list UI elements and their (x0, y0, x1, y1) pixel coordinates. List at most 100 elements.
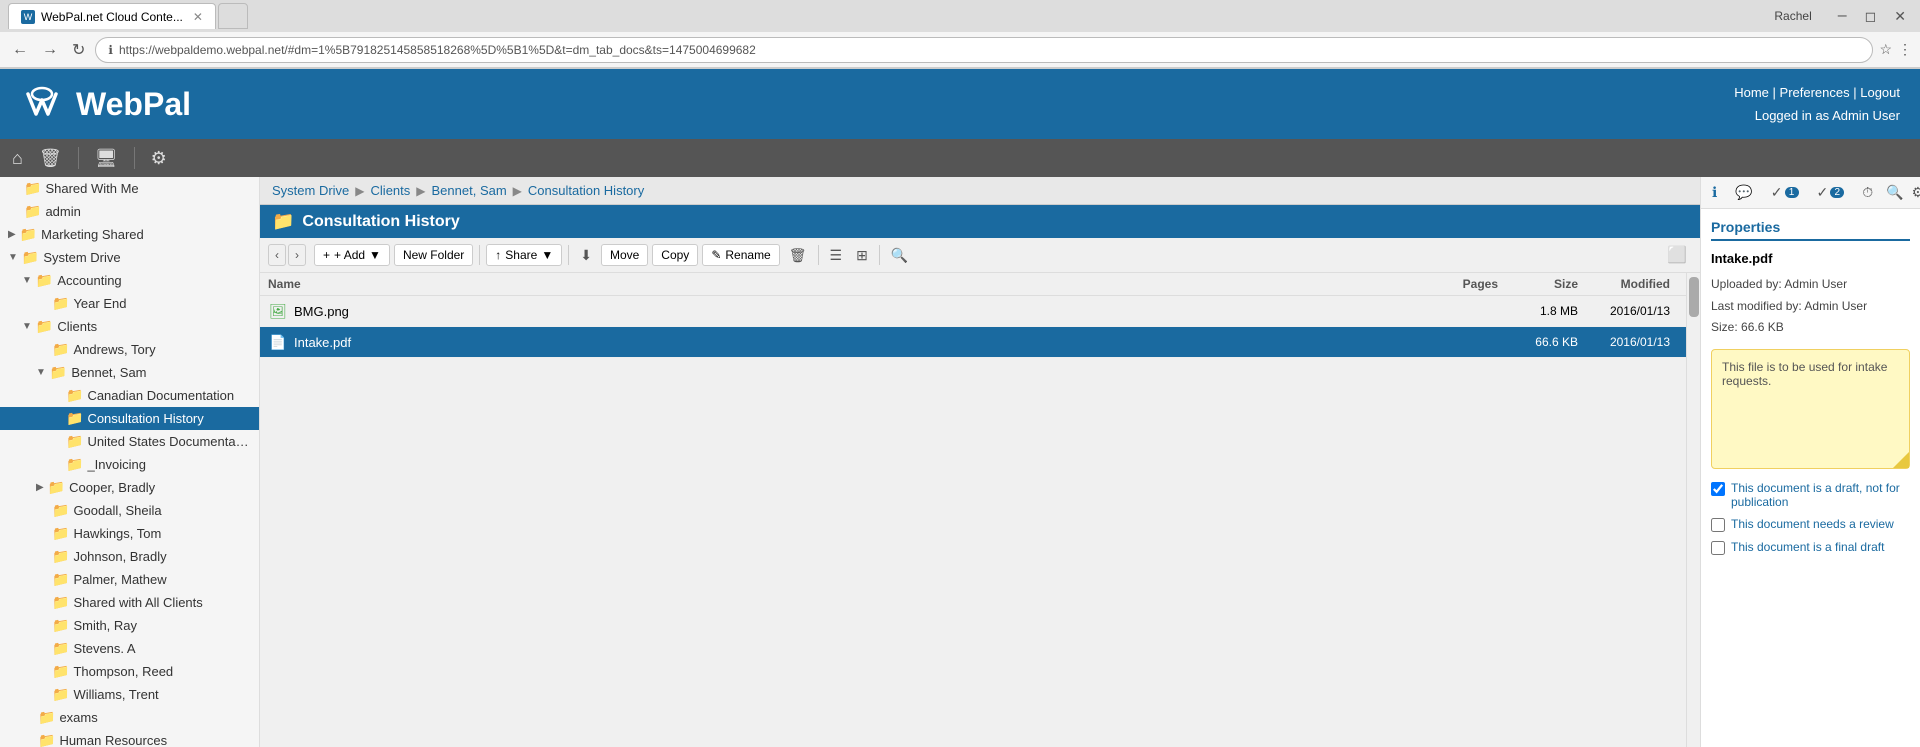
rename-icon: ✎ (711, 248, 721, 262)
logout-link[interactable]: Logout (1860, 85, 1900, 100)
sidebar-item[interactable]: 📁 Consultation History (0, 407, 259, 430)
grid-view-button[interactable]: ⊞ (851, 244, 873, 267)
breadcrumb-bennet-sam[interactable]: Bennet, Sam (432, 183, 507, 198)
sidebar-item[interactable]: 📁 Shared with All Clients (0, 591, 259, 614)
sidebar-item[interactable]: 📁 Andrews, Tory (0, 338, 259, 361)
header-nav-links[interactable]: Home | Preferences | Logout (1734, 81, 1900, 104)
folder-icon: 📁 (52, 617, 69, 634)
sidebar-item[interactable]: ▶ 📁 Cooper, Bradly (0, 476, 259, 499)
scrollbar-thumb[interactable] (1689, 277, 1699, 317)
bookmark-icon[interactable]: ☆ (1879, 41, 1892, 58)
gear-toolbar-icon[interactable]: ⚙ (151, 148, 167, 169)
properties-body: Properties Intake.pdf Uploaded by: Admin… (1701, 209, 1920, 747)
sidebar-item[interactable]: 📁 exams (0, 706, 259, 729)
address-bar[interactable]: ℹ https://webpaldemo.webpal.net/#dm=1%5B… (95, 37, 1873, 63)
sidebar-item[interactable]: ▼ 📁 Clients (0, 315, 259, 338)
breadcrumb-consultation-history[interactable]: Consultation History (528, 183, 644, 198)
trash-toolbar-icon[interactable]: 🗑 (39, 148, 62, 169)
sidebar-item-label: Palmer, Mathew (73, 572, 251, 587)
sidebar-item[interactable]: ▼ 📁 Bennet, Sam (0, 361, 259, 384)
close-button[interactable]: ✕ (1888, 6, 1912, 27)
prop-tab-tasks1[interactable]: ✓1 (1766, 181, 1804, 204)
sidebar-item-label: _Invoicing (87, 457, 251, 472)
sidebar-item[interactable]: 📁 United States Documentation (0, 430, 259, 453)
sidebar-item[interactable]: 📁 admin (0, 200, 259, 223)
prop-tab-comments[interactable]: 💬 (1730, 181, 1757, 204)
table-row[interactable]: 📄 Intake.pdf 66.6 KB 2016/01/13 (260, 327, 1686, 358)
browser-toolbar-right: ☆ ⋮ (1879, 41, 1912, 58)
rename-button[interactable]: ✎ Rename (702, 244, 779, 266)
minimize-button[interactable]: – (1832, 5, 1853, 27)
rename-label: Rename (725, 248, 770, 262)
restore-button[interactable]: ◻ (1859, 6, 1883, 27)
breadcrumb-clients[interactable]: Clients (371, 183, 411, 198)
share-button[interactable]: ↑ Share ▼ (486, 244, 562, 266)
breadcrumb-system-drive[interactable]: System Drive (272, 183, 349, 198)
home-link[interactable]: Home (1734, 85, 1769, 100)
add-button[interactable]: + + Add ▼ (314, 244, 390, 266)
sidebar-item[interactable]: 📁 Shared With Me (0, 177, 259, 200)
sidebar-item[interactable]: 📁 Thompson, Reed (0, 660, 259, 683)
breadcrumb-sep-1: ▶ (355, 184, 364, 198)
monitor-toolbar-icon[interactable]: 🖥 (95, 148, 118, 169)
back-button[interactable]: ← (8, 39, 32, 61)
prop-checkbox-1[interactable] (1711, 518, 1725, 532)
sidebar-item-label: Smith, Ray (73, 618, 251, 633)
tab-close-button[interactable]: ✕ (193, 10, 203, 24)
folder-icon: 📁 (24, 180, 41, 197)
sidebar-item[interactable]: 📁 Canadian Documentation (0, 384, 259, 407)
sidebar-item[interactable]: 📁 Smith, Ray (0, 614, 259, 637)
file-list-scrollbar[interactable] (1686, 273, 1700, 747)
prop-tab-history[interactable]: ⏱ (1857, 181, 1878, 204)
preferences-link[interactable]: Preferences (1780, 85, 1850, 100)
move-button[interactable]: Move (601, 244, 648, 266)
search-files-button[interactable]: 🔍 (886, 244, 913, 267)
nav-forward-arrow[interactable]: › (288, 244, 306, 266)
prop-checkbox-2[interactable] (1711, 541, 1725, 555)
task2-badge: 2 (1830, 187, 1844, 198)
table-row[interactable]: 🖼 BMG.png 1.8 MB 2016/01/13 (260, 296, 1686, 327)
prop-search-icon[interactable]: 🔍 (1886, 184, 1903, 201)
download-button[interactable]: ⬇ (575, 244, 597, 267)
sidebar-item[interactable]: 📁 Hawkings, Tom (0, 522, 259, 545)
sidebar-item[interactable]: ▼ 📁 System Drive (0, 246, 259, 269)
reload-button[interactable]: ↻ (68, 38, 89, 62)
size-value: 66.6 KB (1741, 320, 1784, 334)
delete-button[interactable]: 🗑 (784, 244, 812, 267)
sidebar-item-label: Year End (73, 296, 251, 311)
sidebar-item[interactable]: 📁 Year End (0, 292, 259, 315)
sidebar-item-label: Clients (57, 319, 251, 334)
new-tab-button[interactable] (218, 3, 248, 29)
nav-arrows: ‹ › (268, 244, 306, 266)
file-modified: 2016/01/13 (1578, 335, 1678, 349)
prop-tab-tasks2[interactable]: ✓2 (1812, 181, 1850, 204)
prop-gear-icon[interactable]: ⚙ (1912, 184, 1920, 201)
sidebar-item[interactable]: ▼ 📁 Accounting (0, 269, 259, 292)
sidebar-item[interactable]: 📁 Goodall, Sheila (0, 499, 259, 522)
sidebar-item[interactable]: ▶ 📁 Marketing Shared (0, 223, 259, 246)
list-view-button[interactable]: ☰ (825, 244, 848, 267)
expand-arrow-icon: ▶ (8, 229, 16, 240)
toolbar-separator-2 (134, 147, 135, 169)
extensions-icon[interactable]: ⋮ (1898, 41, 1912, 58)
home-toolbar-icon[interactable]: ⌂ (12, 148, 23, 169)
nav-back-arrow[interactable]: ‹ (268, 244, 286, 266)
sidebar-item[interactable]: 📁 Palmer, Mathew (0, 568, 259, 591)
sidebar-item[interactable]: 📁 Human Resources (0, 729, 259, 747)
sidebar-item-label: exams (59, 710, 251, 725)
new-folder-button[interactable]: New Folder (394, 244, 473, 266)
sidebar-item[interactable]: 📁 Johnson, Bradly (0, 545, 259, 568)
folder-icon: 📁 (52, 502, 69, 519)
share-dropdown-icon: ▼ (541, 248, 553, 262)
folder-icon: 📁 (66, 433, 83, 450)
forward-button[interactable]: → (38, 39, 62, 61)
prop-checkbox-0[interactable] (1711, 482, 1725, 496)
move-label: Move (610, 248, 639, 262)
browser-tab[interactable]: W WebPal.net Cloud Conte... ✕ (8, 3, 216, 29)
prop-tab-info[interactable]: ℹ (1707, 181, 1722, 204)
sidebar-item[interactable]: 📁 Williams, Trent (0, 683, 259, 706)
sidebar-item[interactable]: 📁 Stevens. A (0, 637, 259, 660)
sidebar-item[interactable]: 📁 _Invoicing (0, 453, 259, 476)
copy-button[interactable]: Copy (652, 244, 698, 266)
expand-button[interactable]: ⬜ (1662, 242, 1692, 268)
